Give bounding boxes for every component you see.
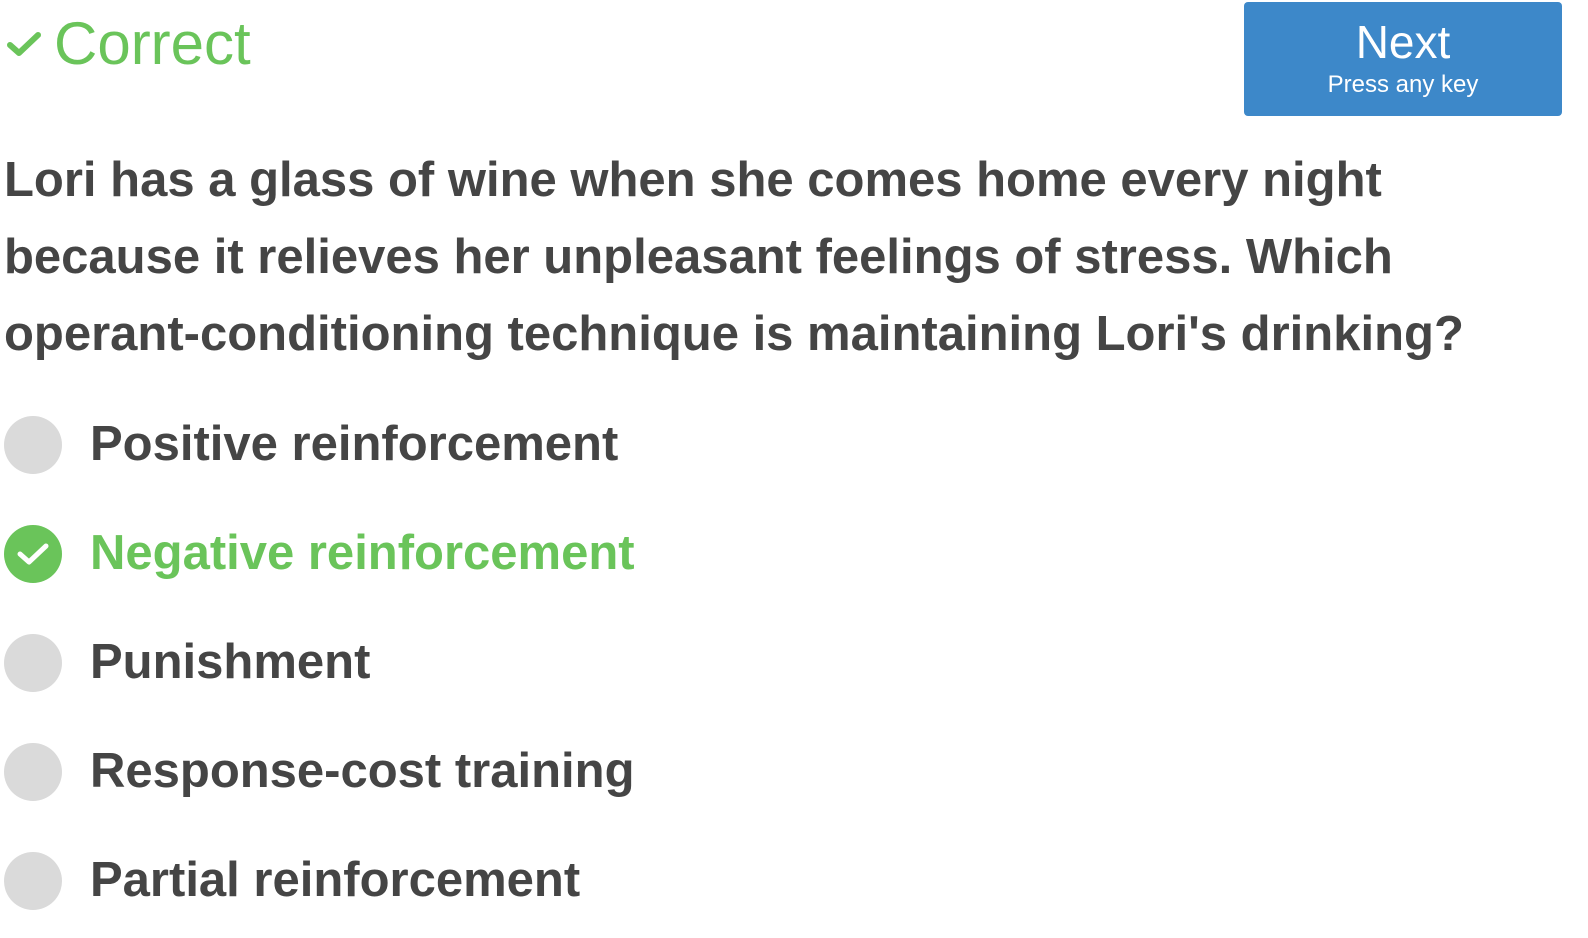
feedback-status: Correct: [4, 8, 251, 80]
next-button[interactable]: Next Press any key: [1244, 2, 1562, 116]
radio-button[interactable]: [4, 742, 62, 801]
answer-option-label: Negative reinforcement: [90, 526, 635, 580]
radio-button[interactable]: [4, 851, 62, 910]
answer-option[interactable]: Response-cost training: [4, 717, 1204, 826]
next-button-label: Next: [1355, 16, 1451, 69]
next-button-hint: Press any key: [1327, 70, 1479, 98]
checkmark-icon: [4, 24, 44, 64]
answer-options: Positive reinforcement Negative reinforc…: [4, 390, 1204, 935]
radio-button[interactable]: [4, 633, 62, 692]
answer-option-correct[interactable]: Negative reinforcement: [4, 499, 1204, 608]
question-text: Lori has a glass of wine when she comes …: [4, 153, 1464, 361]
answer-option-label: Punishment: [90, 635, 371, 689]
radio-button[interactable]: [4, 415, 62, 474]
checkmark-icon: [17, 543, 49, 564]
answer-option[interactable]: Partial reinforcement: [4, 826, 1204, 935]
answer-option-label: Positive reinforcement: [90, 417, 619, 471]
answer-option-label: Partial reinforcement: [90, 853, 581, 907]
answer-option-label: Response-cost training: [90, 744, 635, 798]
answer-option[interactable]: Positive reinforcement: [4, 390, 1204, 499]
feedback-status-text: Correct: [54, 10, 251, 77]
answer-option[interactable]: Punishment: [4, 608, 1204, 717]
radio-button-correct[interactable]: [4, 524, 62, 583]
